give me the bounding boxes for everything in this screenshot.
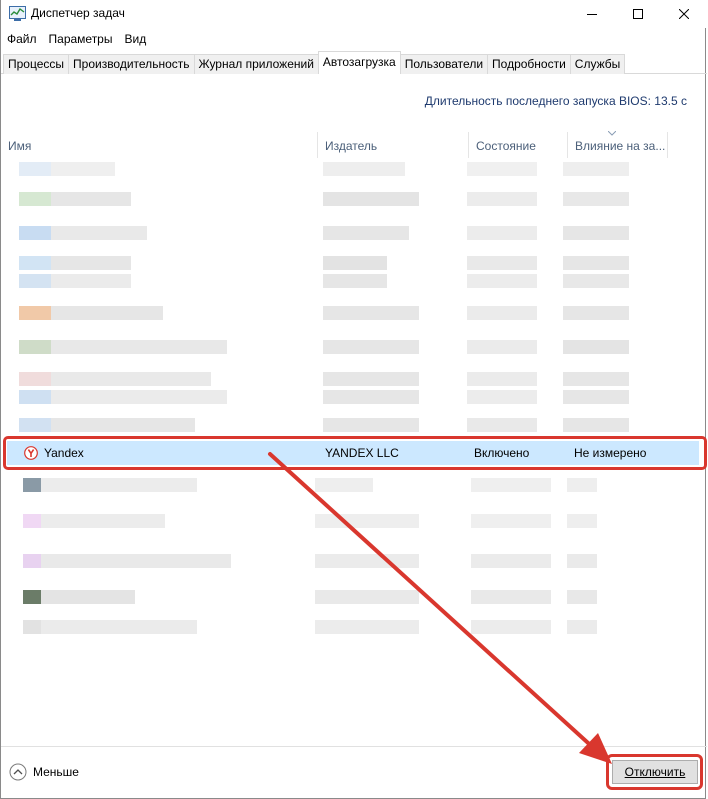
column-header: Имя Издатель Состояние Влияние на за... [1,132,707,158]
list-item[interactable] [1,386,707,408]
menu-file[interactable]: Файл [1,30,43,50]
tab-services[interactable]: Службы [569,54,626,74]
column-name[interactable]: Имя [1,132,317,158]
disable-button[interactable]: Отключить [612,760,698,784]
list-item[interactable] [1,510,707,532]
list-item[interactable] [1,586,707,608]
list-item[interactable] [1,270,707,292]
title-bar: Диспетчер задач [1,0,707,28]
list-item[interactable] [1,188,707,210]
window-title: Диспетчер задач [31,6,125,20]
menu-bar: Файл Параметры Вид [1,30,152,50]
list-item[interactable] [1,158,707,180]
column-publisher[interactable]: Издатель [318,132,468,158]
maximize-button[interactable] [615,0,661,28]
minimize-button[interactable] [569,0,615,28]
highlight-frame [3,436,707,470]
tab-users[interactable]: Пользователи [399,54,489,74]
close-icon [679,9,689,19]
tab-performance[interactable]: Производительность [68,54,195,74]
disable-button-label: Отключить [624,765,686,779]
minimize-icon [587,14,597,15]
column-status[interactable]: Состояние [469,132,567,158]
tab-startup[interactable]: Автозагрузка [317,51,401,74]
list-item[interactable] [1,336,707,358]
task-manager-icon [9,6,26,21]
menu-options[interactable]: Параметры [43,30,119,50]
bios-time-label: Длительность последнего запуска BIOS: 13… [424,94,687,108]
task-manager-window: Диспетчер задач Файл Параметры Вид Проце… [0,0,707,799]
footer-divider [1,746,707,747]
list-item[interactable] [1,222,707,244]
list-item[interactable] [1,302,707,324]
tab-strip: Процессы Производительность Журнал прило… [3,51,626,74]
list-item[interactable] [1,616,707,638]
menu-view[interactable]: Вид [118,30,152,50]
list-item[interactable] [1,414,707,436]
list-item[interactable] [1,474,707,496]
close-button[interactable] [661,0,707,28]
list-item[interactable] [1,550,707,572]
tab-processes[interactable]: Процессы [3,54,70,74]
column-separator[interactable] [667,132,668,158]
maximize-icon [633,9,643,19]
fewer-details-button[interactable]: Меньше [9,762,79,782]
column-impact[interactable]: Влияние на за... [568,132,667,158]
chevron-up-circle-icon [9,763,27,781]
fewer-details-label: Меньше [33,765,79,779]
tab-details[interactable]: Подробности [487,54,571,74]
tab-app-history[interactable]: Журнал приложений [193,54,319,74]
